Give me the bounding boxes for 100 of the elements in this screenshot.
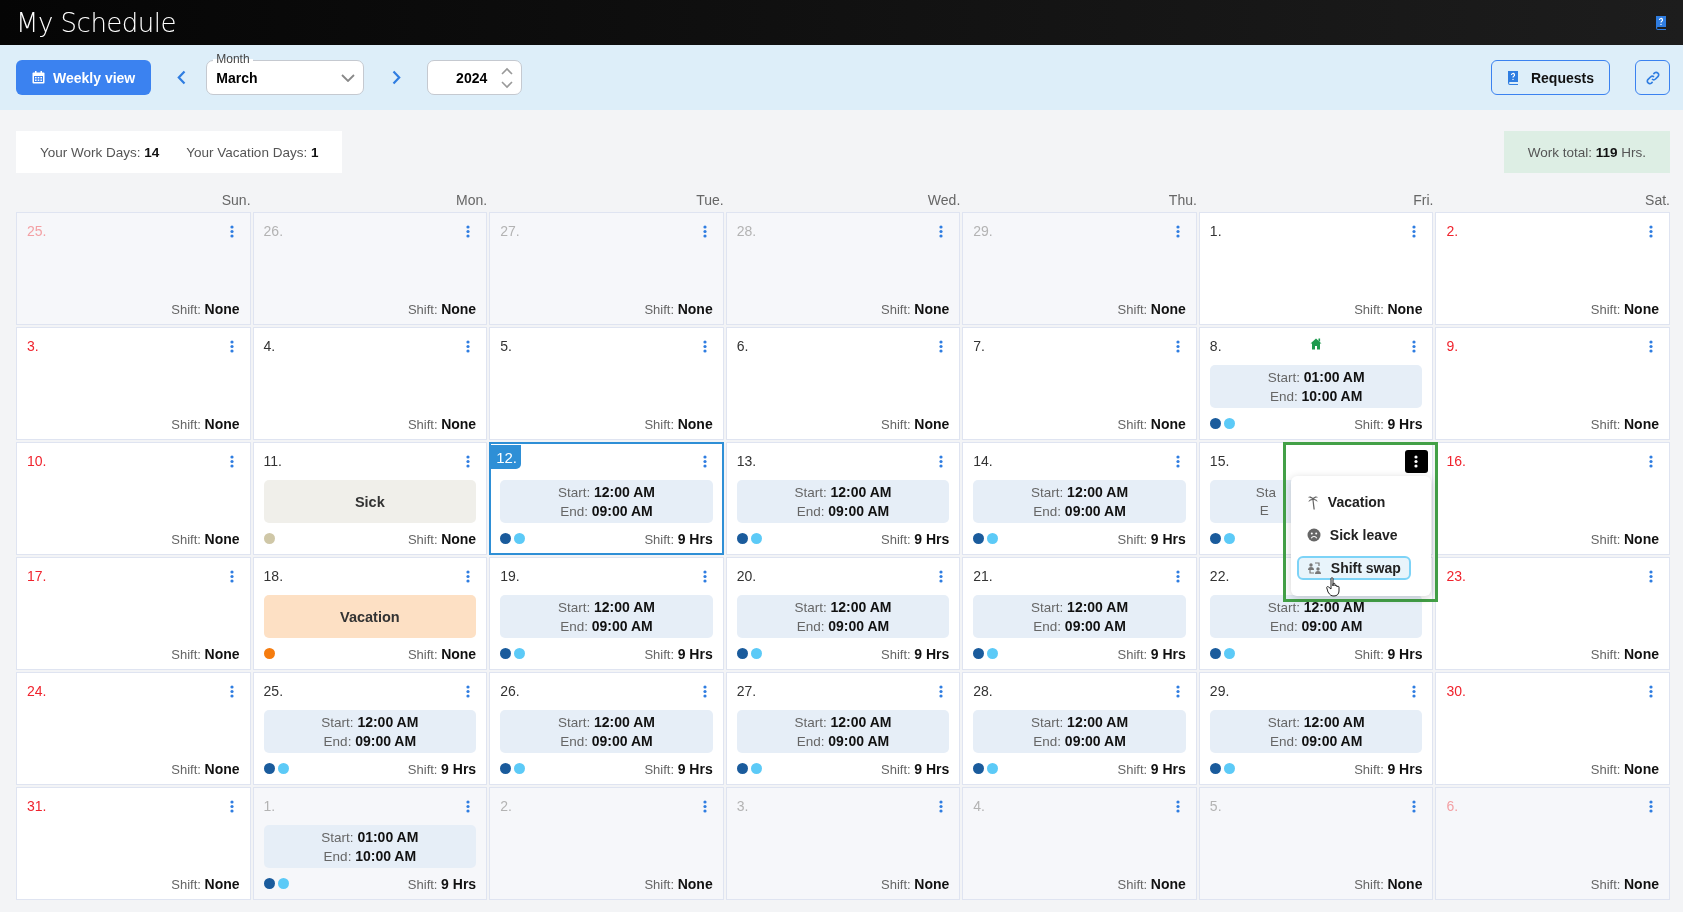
start-time-text: Start: 12:00 AM [557, 597, 655, 617]
start-time-text: Start: 12:00 AM [1267, 597, 1365, 617]
end-time-text: End: 09:00 AM [1269, 616, 1363, 636]
end-time-text: End: 09:00 AM [560, 731, 653, 751]
day-number: 16. [1446, 453, 1466, 469]
start-time-text: Start: 01:00 AM [321, 827, 419, 847]
day-number: 28. [736, 223, 757, 239]
day-number: 24. [27, 683, 47, 699]
day-number: 2. [500, 798, 512, 814]
day-number: 29. [1209, 683, 1230, 699]
day-number: 17. [27, 568, 47, 584]
shift-hours-text: Shift: None [171, 415, 240, 432]
shift-hours-text: Shift: None [881, 415, 950, 432]
weekday-label: Tue. [695, 192, 724, 208]
shift-hours-text: Shift: None [1354, 300, 1423, 317]
day-number: 3. [27, 338, 39, 354]
start-time-text: Start: 01:00 AM [1267, 367, 1365, 387]
shift-hours-text: Shift: None [1590, 875, 1659, 892]
end-time-text: End: 09:00 AM [796, 616, 890, 636]
work-days-text: Your Work Days: 14 [40, 144, 160, 160]
shift-hours-text: Shift: None [407, 530, 477, 547]
day-number: 5. [500, 338, 512, 354]
day-number: 18. [263, 568, 284, 584]
shift-hours-text: Shift: None [171, 530, 240, 547]
day-number: 25. [263, 683, 284, 699]
start-time-text: Start: 12:00 AM [321, 712, 419, 732]
day-number: 26. [263, 223, 284, 239]
shift-hours-text: Shift: None [171, 645, 240, 662]
shift-hours-text: Shift: 9 Hrs [1117, 760, 1186, 777]
shift-hours-text: Shift: None [1590, 415, 1659, 432]
start-time-text: Start: 12:00 AM [557, 482, 655, 502]
end-time-text: End: 10:00 AM [1269, 386, 1363, 406]
weekday-label: Fri. [1412, 192, 1434, 208]
shift-hours-text: Shift: None [1117, 415, 1186, 432]
end-time-text: End: 10:00 AM [323, 846, 417, 866]
shift-hours-text: Shift: 9 Hrs [644, 645, 713, 662]
day-number: 21. [973, 568, 993, 584]
end-time-text: E [1258, 501, 1269, 520]
end-time-text: End: 09:00 AM [1033, 731, 1126, 751]
day-number: 2. [1446, 223, 1459, 239]
shift-hours-text: Shift: 9 Hrs [1354, 760, 1423, 777]
day-number: 29. [973, 223, 993, 239]
day-number: 4. [973, 798, 985, 814]
page-title: My Schedule [16, 7, 177, 38]
day-number: 6. [1446, 798, 1459, 814]
day-number: 22. [1209, 568, 1230, 584]
shift-hours-text: Shift: None [1117, 300, 1186, 317]
day-number: 5. [1209, 798, 1222, 814]
start-time-text: Start: 12:00 AM [1031, 597, 1129, 617]
shift-hours-text: Shift: 9 Hrs [407, 875, 477, 892]
shift-hours-text: Shift: None [1590, 530, 1659, 547]
start-time-text: Start: 12:00 AM [557, 712, 655, 732]
start-time-text: Start: 12:00 AM [794, 482, 892, 502]
end-time-text: End: 09:00 AM [796, 731, 890, 751]
weekday-label: Sun. [220, 192, 251, 208]
day-number: 27. [736, 683, 757, 699]
start-time-text: Start: 12:00 AM [794, 712, 892, 732]
start-time-text: Start: 12:00 AM [1031, 482, 1129, 502]
day-number: 6. [736, 338, 749, 354]
shift-hours-text: Shift: 9 Hrs [1354, 645, 1423, 662]
shift-hours-text: Shift: None [1590, 645, 1659, 662]
day-number: 3. [736, 798, 749, 814]
start-time-text: Start: 12:00 AM [794, 597, 892, 617]
shift-hours-text: Shift: 9 Hrs [881, 530, 950, 547]
shift-hours-text: Shift: None [407, 645, 477, 662]
shift-hours-text: Shift: 9 Hrs [407, 760, 477, 777]
end-time-text: End: 09:00 AM [323, 731, 417, 751]
day-number: 20. [736, 568, 757, 584]
shift-hours-text: Shift: None [644, 415, 713, 432]
end-time-text: End: 09:00 AM [1269, 731, 1363, 751]
end-time-text: End: 09:00 AM [560, 501, 653, 521]
shift-hours-text: Shift: 9 Hrs [644, 530, 713, 547]
work-total-text: Work total: 119 Hrs. [1527, 144, 1646, 160]
shift-hours-text: Shift: 9 Hrs [1117, 645, 1186, 662]
weekday-label: Mon. [455, 192, 488, 208]
shift-hours-text: Shift: None [1590, 300, 1659, 317]
day-number: 1. [263, 798, 276, 814]
day-number: 7. [973, 338, 985, 354]
start-time-text: Sta [1255, 483, 1277, 502]
shift-hours-text: Shift: None [407, 300, 477, 317]
absence-card: Vacation [263, 595, 477, 638]
start-time-text: Start: 12:00 AM [1031, 712, 1129, 732]
day-number: 11. [263, 453, 282, 469]
absence-card: Sick [263, 480, 477, 523]
shift-hours-text: Shift: None [407, 415, 477, 432]
shift-hours-text: Shift: None [881, 875, 950, 892]
weekday-label: Wed. [926, 192, 961, 208]
day-number: 10. [27, 453, 47, 469]
day-number: 28. [973, 683, 993, 699]
day-number: 4. [263, 338, 276, 354]
day-number: 30. [1446, 683, 1466, 699]
start-time-text: Start: 12:00 AM [1267, 712, 1365, 732]
day-number: 12. [491, 445, 521, 469]
day-number: 25. [27, 223, 47, 239]
shift-hours-text: Shift: 9 Hrs [1117, 530, 1186, 547]
shift-hours-text: Shift: None [881, 300, 950, 317]
day-number: 19. [500, 568, 520, 584]
shift-hours-text: Shift: 9 Hrs [881, 760, 950, 777]
shift-hours-text: Shift: 9 Hrs [881, 645, 950, 662]
day-number: 1. [1209, 223, 1222, 239]
